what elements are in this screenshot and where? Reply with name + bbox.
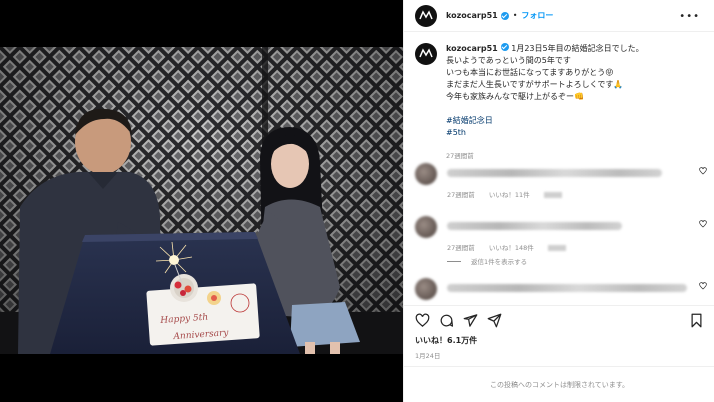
- reply-button[interactable]: [547, 245, 566, 251]
- comment-like-icon[interactable]: [699, 282, 707, 290]
- separator-dot: •: [512, 11, 518, 20]
- comment-icon: [440, 314, 454, 327]
- avatar[interactable]: [415, 4, 437, 27]
- comment-like-icon[interactable]: [699, 220, 707, 228]
- post-header: kozocarp51 • フォロー •••: [404, 0, 714, 32]
- comment-text-blurred: [447, 169, 662, 177]
- commenter-avatar[interactable]: [415, 278, 437, 300]
- post-date[interactable]: 1月24日: [415, 350, 440, 360]
- comments-limited-notice: この投稿へのコメントは制限されています。: [404, 366, 714, 402]
- share-icon: [463, 314, 478, 327]
- follow-button[interactable]: フォロー: [521, 10, 553, 21]
- post-side-panel: kozocarp51 • フォロー ••• kozocarp51 1月23日5年…: [403, 0, 714, 402]
- verified-badge-icon: [500, 11, 509, 20]
- comment-button[interactable]: [439, 313, 454, 328]
- caption-text-1: 1月23日5年目の結婚記念日でした。: [511, 44, 644, 53]
- post-media[interactable]: Happy 5th Anniversary: [0, 0, 403, 402]
- post-photo: Happy 5th Anniversary: [0, 47, 403, 354]
- commenter-avatar[interactable]: [415, 163, 437, 185]
- caption-username[interactable]: kozocarp51: [446, 44, 498, 53]
- comment-item: [415, 278, 707, 302]
- verified-badge-icon: [500, 43, 509, 51]
- send-icon: [487, 313, 502, 328]
- comment-like-icon[interactable]: [699, 167, 707, 175]
- hashtag-link[interactable]: #結婚記念日: [446, 115, 704, 127]
- commenter-avatar[interactable]: [415, 216, 437, 238]
- carp-logo-icon: [419, 48, 433, 58]
- share-button[interactable]: [463, 313, 478, 328]
- view-replies-link[interactable]: 返信1件を表示する: [447, 256, 527, 266]
- caption-body: kozocarp51 1月23日5年目の結婚記念日でした。 長いようであっという…: [446, 43, 704, 162]
- caption-text-2: 長いようであっという間の5年です: [446, 56, 571, 65]
- more-options-icon[interactable]: •••: [679, 11, 700, 22]
- reply-button[interactable]: [543, 192, 562, 198]
- comment-likes[interactable]: いいね！11件: [489, 191, 530, 199]
- comment-meta: 27週間前 いいね！11件: [447, 189, 574, 199]
- hashtag-link[interactable]: #5th: [446, 127, 704, 139]
- comment-text-blurred: [447, 222, 622, 230]
- like-button[interactable]: [415, 313, 430, 328]
- save-button[interactable]: [689, 313, 704, 328]
- comment-likes[interactable]: いいね！148件: [489, 244, 534, 252]
- username[interactable]: kozocarp51: [446, 11, 498, 20]
- caption-line: kozocarp51 1月23日5年目の結婚記念日でした。: [446, 43, 704, 55]
- caption-text-5: 今年も家族みんなで駆け上がるぞー👊: [446, 92, 584, 101]
- heart-icon: [415, 313, 430, 327]
- comment-meta: 27週間前 いいね！148件: [447, 242, 578, 252]
- comment-item: 27週間前 いいね！11件: [415, 163, 707, 201]
- comment-time: 27週間前: [447, 191, 475, 199]
- comment-item: 27週間前 いいね！148件: [415, 216, 707, 254]
- carp-logo-icon: [419, 9, 433, 19]
- comment-time: 27週間前: [447, 244, 475, 252]
- post-caption: kozocarp51 1月23日5年目の結婚記念日でした。 長いようであっという…: [404, 32, 714, 162]
- post-actions-bar: [404, 305, 714, 333]
- bookmark-icon: [691, 313, 702, 328]
- caption-text-3: いつも本当にお世話になってますありがとう😝: [446, 68, 614, 77]
- caption-text-4: まだまだ人生長いですがサポートよろしくです🙏: [446, 80, 624, 89]
- repost-button[interactable]: [487, 313, 502, 328]
- caption-timestamp: 27週間前: [446, 152, 474, 160]
- caption-avatar[interactable]: [415, 43, 437, 65]
- likes-count[interactable]: いいね！6.1万件: [415, 335, 477, 346]
- comment-text-blurred: [447, 284, 687, 292]
